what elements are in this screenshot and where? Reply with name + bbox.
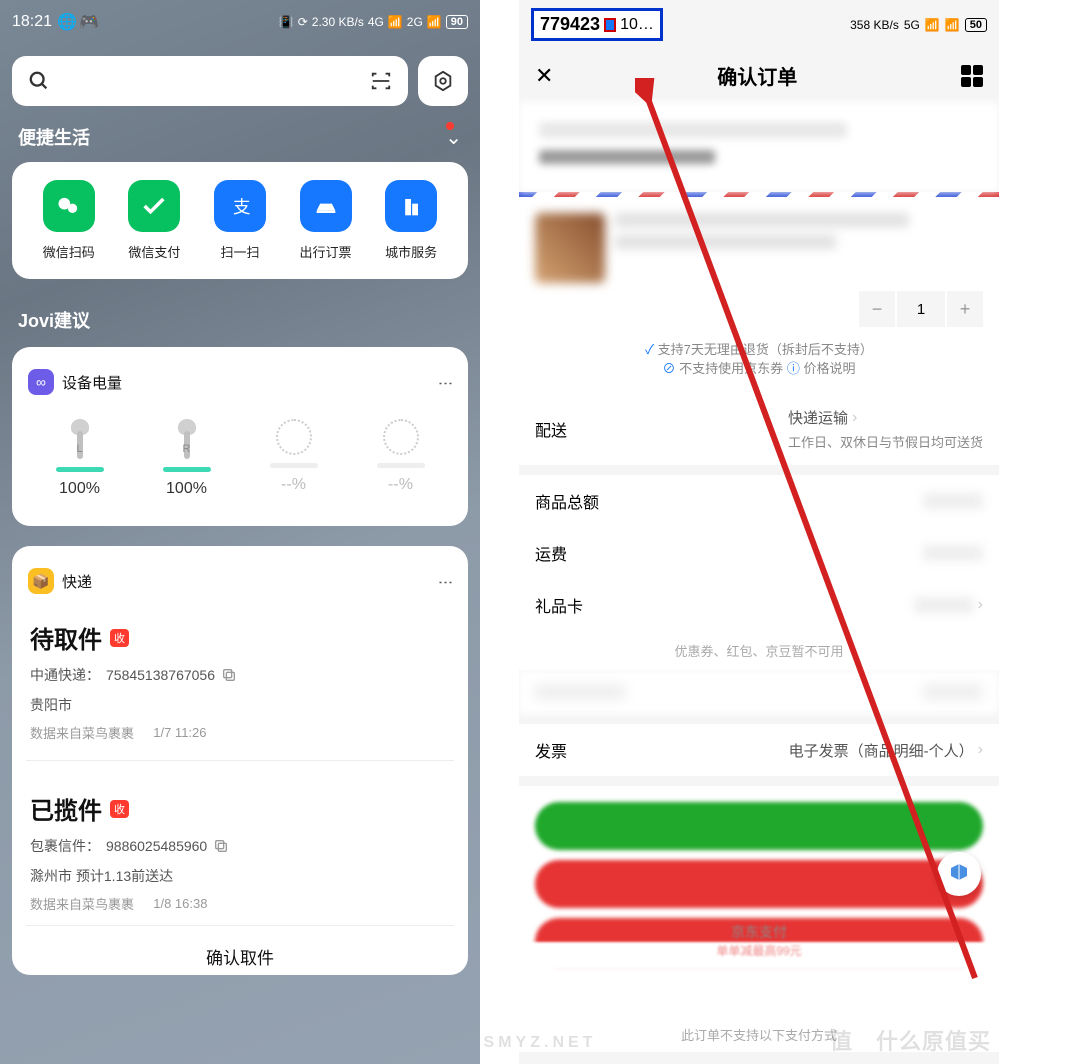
payment-option-2[interactable] <box>535 860 983 908</box>
quantity-stepper[interactable]: − 1 + <box>535 291 983 327</box>
refresh-icon: ⟳ <box>298 15 308 29</box>
freight-row: 运费 <box>519 527 999 579</box>
package-pending[interactable]: 待取件 收 中通快递： 75845138767056 贵阳市 数据来自菜鸟裹裹 … <box>26 608 454 742</box>
vibrate-icon: 📳 <box>279 15 294 29</box>
jd-pay-label: 京东支付 <box>519 922 999 942</box>
search-icon <box>28 70 50 92</box>
more-icon[interactable]: ⋮ <box>437 376 455 388</box>
tracking-number: 9886025485960 <box>106 838 207 854</box>
minus-button[interactable]: − <box>859 291 895 327</box>
package-collected[interactable]: 已揽件 收 包裹信件： 9886025485960 滁州市 预计1.13前送达 … <box>26 779 454 913</box>
battery-card-title: 设备电量 <box>62 372 122 393</box>
notification-dot <box>446 122 454 130</box>
svc-alipay-scan[interactable]: 支 扫一扫 <box>214 180 266 261</box>
svc-travel[interactable]: 出行订票 <box>300 180 352 261</box>
infinity-icon: ∞ <box>28 369 54 395</box>
device-4: --% <box>366 419 436 498</box>
express-card: 📦 快递 ⋮ 待取件 收 中通快递： 75845138767056 贵阳市 数据… <box>12 546 468 975</box>
globe-icon: 🌐 <box>60 15 74 29</box>
ban-icon: ⊘ <box>663 361 676 376</box>
chevron-right-icon: › <box>852 409 857 427</box>
wechat-scan-icon <box>43 180 95 232</box>
watermark-site: SMYZ.NET <box>0 1034 1080 1052</box>
quantity-value: 1 <box>897 291 945 327</box>
life-services-card: 微信扫码 微信支付 支 扫一扫 出行订票 城市服务 <box>12 162 468 279</box>
signal-2: 2G <box>407 15 423 29</box>
search-bar[interactable] <box>12 56 408 106</box>
plus-button[interactable]: + <box>947 291 983 327</box>
cube-icon <box>947 862 971 886</box>
express-title: 快递 <box>62 571 92 592</box>
earbud-right: R 100% <box>152 419 222 498</box>
copy-icon[interactable] <box>221 667 237 683</box>
check-icon: ✓ <box>645 342 654 357</box>
info-icon[interactable]: ⓘ <box>787 361 800 376</box>
grid-icon[interactable] <box>961 65 983 87</box>
svc-city[interactable]: 城市服务 <box>385 180 437 261</box>
chevron-right-icon: › <box>978 741 983 759</box>
order-confirm-screen: 779423 10… 358 KB/s 5G 📶 📶 50 ✕ 确认订单 − 1… <box>519 0 999 1064</box>
page-header: ✕ 确认订单 <box>519 49 999 102</box>
promo-note: 优惠券、红包、京豆暂不可用 <box>519 631 999 670</box>
blurred-row <box>519 670 999 714</box>
signal-bars-icon: 📶 <box>925 18 940 32</box>
gear-icon <box>432 70 454 92</box>
wechat-pay-icon <box>128 180 180 232</box>
train-icon <box>300 180 352 232</box>
status-bar: 18:21 🌐 🎮 📳 ⟳ 2.30 KB/s 4G 📶 2G 📶 90 <box>12 0 468 44</box>
device-3: --% <box>259 419 329 498</box>
building-icon <box>385 180 437 232</box>
svc-wechat-scan[interactable]: 微信扫码 <box>43 180 95 261</box>
more-icon[interactable]: ⋮ <box>437 575 455 587</box>
product-card: − 1 + ✓ 支持7天无理由退货（拆封后不支持） ⊘ 不支持使用京东券 ⓘ 价… <box>519 197 999 393</box>
package-icon: 📦 <box>28 568 54 594</box>
copy-indicator-icon <box>604 18 616 32</box>
svg-text:支: 支 <box>233 197 251 217</box>
app-icon: 🎮 <box>82 15 96 29</box>
wifi-icon: 📶 <box>945 18 960 32</box>
confirm-pickup-button[interactable]: 确认取件 <box>26 925 454 975</box>
payment-option-1[interactable] <box>535 802 983 850</box>
invoice-row[interactable]: 发票 电子发票（商品明细-个人）› <box>519 724 999 776</box>
close-icon[interactable]: ✕ <box>535 63 553 89</box>
highlight-box: 779423 10… <box>531 8 663 41</box>
scan-icon <box>370 70 392 92</box>
copy-icon[interactable] <box>213 838 229 854</box>
settings-button[interactable] <box>418 56 468 106</box>
jovi-title: Jovi建议 <box>12 299 468 347</box>
net-rate: 2.30 KB/s <box>312 15 364 29</box>
address-block[interactable] <box>519 102 999 192</box>
gift-card-row[interactable]: 礼品卡 › <box>519 579 999 631</box>
life-title: 便捷生活 <box>18 124 90 150</box>
assistant-button[interactable] <box>937 852 981 896</box>
life-section-header[interactable]: 便捷生活 ⌄ <box>12 124 468 162</box>
page-title: 确认订单 <box>717 61 797 90</box>
spinner-icon <box>276 419 312 455</box>
status-bar: 779423 10… 358 KB/s 5G 📶 📶 50 <box>519 0 999 49</box>
battery-percent: 50 <box>965 18 987 32</box>
signal-1: 4G <box>368 15 384 29</box>
earbud-left: L 100% <box>45 419 115 498</box>
shipping-row[interactable]: 配送 快递运输› 工作日、双休日与节假日均可送货 <box>519 393 999 465</box>
battery-percent: 90 <box>446 15 468 29</box>
product-image <box>535 213 605 283</box>
signal-bars-icon: 📶 <box>427 15 442 29</box>
tracking-number: 75845138767056 <box>106 667 215 683</box>
goods-total-row: 商品总额 <box>519 475 999 527</box>
signal-bars-icon: 📶 <box>388 15 403 29</box>
battery-card: ∞ 设备电量 ⋮ L 100% R 100% --% <box>12 347 468 526</box>
svc-wechat-pay[interactable]: 微信支付 <box>128 180 180 261</box>
pay-subtitle: 单单减最高99元 <box>519 942 999 969</box>
spinner-icon <box>383 419 419 455</box>
alipay-scan-icon: 支 <box>214 180 266 232</box>
chevron-right-icon: › <box>978 596 983 614</box>
clock: 18:21 <box>12 13 52 31</box>
home-screen: 18:21 🌐 🎮 📳 ⟳ 2.30 KB/s 4G 📶 2G 📶 90 便捷生… <box>0 0 480 1064</box>
